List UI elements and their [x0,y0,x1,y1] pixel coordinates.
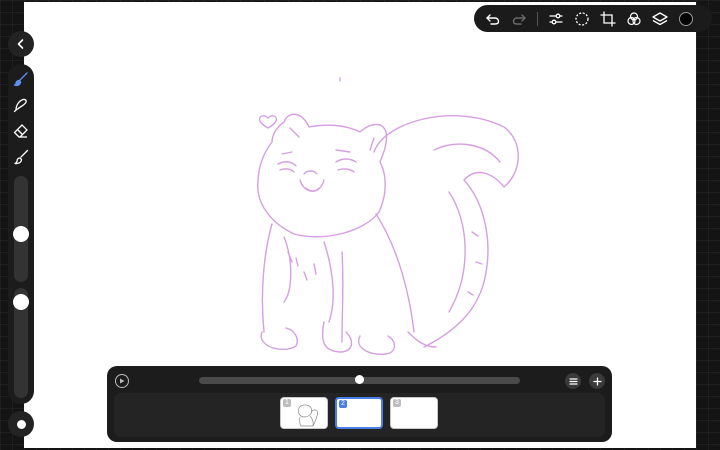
brush-icon [13,72,28,87]
eraser-tool-button[interactable] [13,123,29,139]
top-toolbar [474,5,712,32]
redo-button[interactable] [506,5,532,32]
adjustments-button[interactable] [543,5,569,32]
back-button[interactable] [8,31,34,57]
frame-thumbnail-1[interactable]: 1 [280,397,328,429]
plus-icon [592,376,602,386]
eyedropper-button[interactable] [8,411,34,437]
transform-button[interactable] [595,5,621,32]
selection-icon [575,11,589,26]
frame-number: 1 [283,399,291,407]
undo-button[interactable] [480,5,506,32]
frame-number: 3 [393,399,401,407]
eyedropper-dot-icon [16,419,26,429]
color-button[interactable] [673,5,699,32]
layers-icon [652,11,668,25]
adjustments-icon [549,13,563,24]
play-icon [120,378,125,384]
frame-thumbnail-3[interactable]: 3 [390,397,438,429]
layers-button[interactable] [647,5,673,32]
undo-icon [486,13,500,25]
frame-thumbnail-2[interactable]: 2 [335,397,383,429]
eraser-icon [13,124,28,138]
blend-button[interactable] [621,5,647,32]
animation-timeline: 1 2 3 [107,366,612,442]
menu-icon [568,377,578,385]
paint-icon [14,149,29,165]
smudge-tool-button[interactable] [13,97,29,113]
selection-button[interactable] [569,5,595,32]
blend-icon [627,11,641,25]
timeline-playhead[interactable] [355,375,364,384]
transform-icon [600,10,616,27]
frames-strip: 1 2 3 [114,393,605,437]
frame-number: 2 [339,400,347,408]
redo-icon [512,13,526,25]
current-color-swatch [679,11,693,26]
add-frame-button[interactable] [589,373,605,389]
play-button[interactable] [115,374,129,388]
chevron-left-icon [17,39,24,49]
smudge-icon [13,98,27,113]
timeline-menu-button[interactable] [565,373,581,389]
brush-size-slider-thumb[interactable] [13,225,29,242]
brush-tool-button[interactable] [13,71,29,87]
brush-opacity-slider-thumb[interactable] [13,294,29,310]
toolbar-divider [537,11,538,26]
left-toolbar [8,64,34,404]
paint-tool-button[interactable] [13,149,29,165]
